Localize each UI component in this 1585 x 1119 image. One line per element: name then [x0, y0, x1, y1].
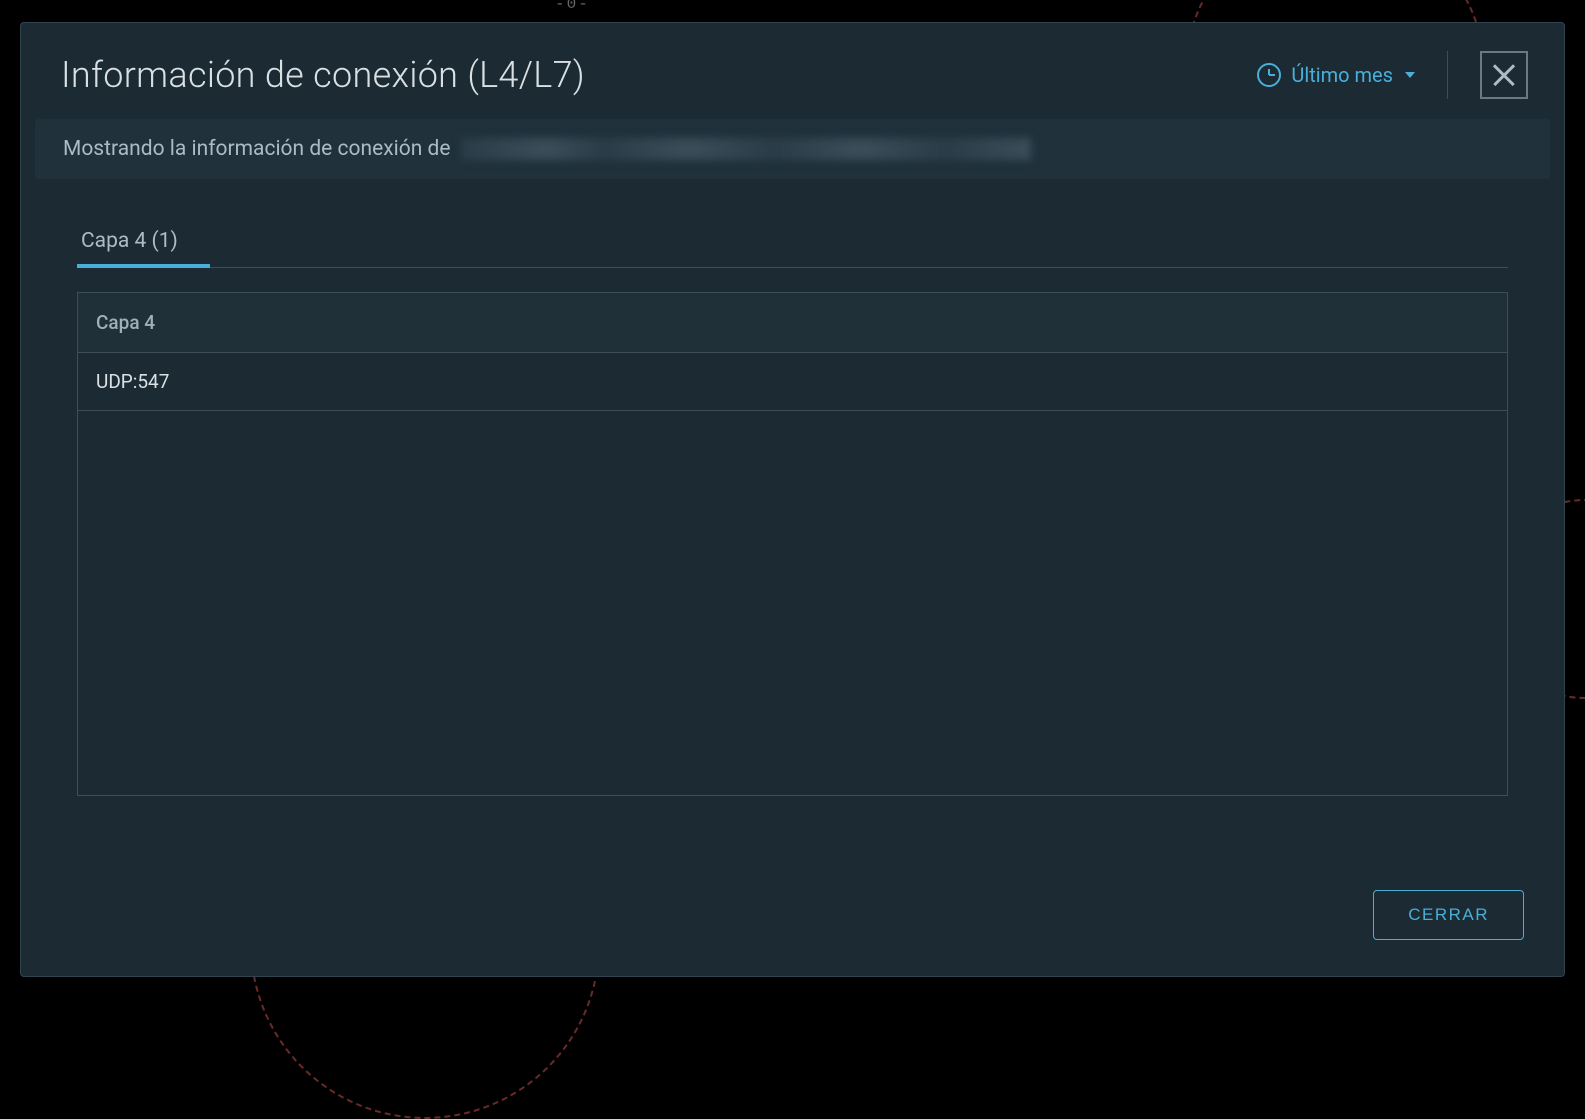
modal-title: Información de conexión (L4/L7) — [61, 54, 585, 96]
close-action-button[interactable]: CERRAR — [1373, 890, 1524, 940]
connection-info-modal: Información de conexión (L4/L7) Último m… — [20, 22, 1565, 977]
redacted-connection-details — [461, 138, 1031, 160]
info-banner-text: Mostrando la información de conexión de — [63, 137, 451, 161]
header-actions: Último mes — [1257, 51, 1528, 99]
timeframe-selector[interactable]: Último mes — [1257, 63, 1415, 87]
close-icon — [1492, 63, 1516, 87]
modal-footer: CERRAR — [21, 860, 1564, 976]
modal-header: Información de conexión (L4/L7) Último m… — [21, 23, 1564, 119]
timeframe-label: Último mes — [1291, 63, 1393, 87]
table-row: UDP:547 — [78, 353, 1507, 411]
info-banner: Mostrando la información de conexión de — [35, 119, 1550, 179]
table-header: Capa 4 — [78, 293, 1507, 353]
header-divider — [1447, 51, 1448, 99]
tabs: Capa 4 (1) — [77, 219, 1508, 268]
layer4-table: Capa 4 UDP:547 — [77, 292, 1508, 796]
close-button[interactable] — [1480, 51, 1528, 99]
chevron-down-icon — [1405, 72, 1415, 78]
content-area: Capa 4 (1) Capa 4 UDP:547 — [21, 179, 1564, 860]
tab-layer4[interactable]: Capa 4 (1) — [77, 219, 182, 267]
clock-icon — [1257, 63, 1281, 87]
table-empty-area — [78, 411, 1507, 795]
